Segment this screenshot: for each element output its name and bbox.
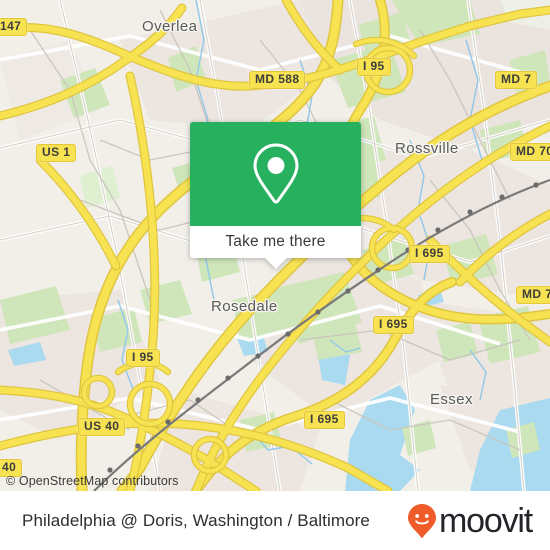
map-place-label: Rosedale — [211, 298, 278, 315]
highway-shield: MD 7 — [495, 71, 538, 89]
highway-shield: MD 588 — [249, 71, 306, 89]
highway-shield: MD 700 — [510, 143, 550, 161]
map-place-label: Rossville — [395, 140, 459, 157]
highway-shield: I 95 — [357, 58, 391, 76]
moovit-stop-map-screen: Overlea Rossville Rosedale Essex 147 MD … — [0, 0, 550, 550]
highway-shield: MD 700 — [516, 286, 550, 304]
highway-shield: I 95 — [126, 349, 160, 367]
callout-pointer-tail — [264, 258, 287, 269]
stop-info-footer: Philadelphia @ Doris, Washington / Balti… — [0, 491, 550, 550]
map-place-label: Essex — [430, 391, 473, 408]
highway-shield: US 40 — [78, 418, 126, 436]
stop-name-title: Philadelphia @ Doris, Washington / Balti… — [22, 510, 370, 530]
moovit-logo: moovit — [407, 501, 533, 540]
highway-shield: I 695 — [304, 411, 345, 429]
moovit-wordmark: moovit — [439, 501, 533, 540]
highway-shield: 147 — [0, 18, 28, 36]
take-me-there-button[interactable]: Take me there — [225, 233, 325, 251]
callout-header — [190, 122, 361, 226]
map-place-label: Overlea — [142, 18, 198, 35]
moovit-pin-smile-icon — [408, 503, 437, 538]
callout-footer[interactable]: Take me there — [190, 226, 361, 269]
highway-shield: US 1 — [36, 144, 77, 162]
stop-callout-card[interactable]: Take me there — [190, 122, 361, 269]
highway-shield: I 695 — [409, 245, 450, 263]
map-pin-icon — [252, 143, 299, 204]
map-attribution: © OpenStreetMap contributors — [6, 474, 179, 488]
highway-shield: I 695 — [373, 316, 414, 334]
